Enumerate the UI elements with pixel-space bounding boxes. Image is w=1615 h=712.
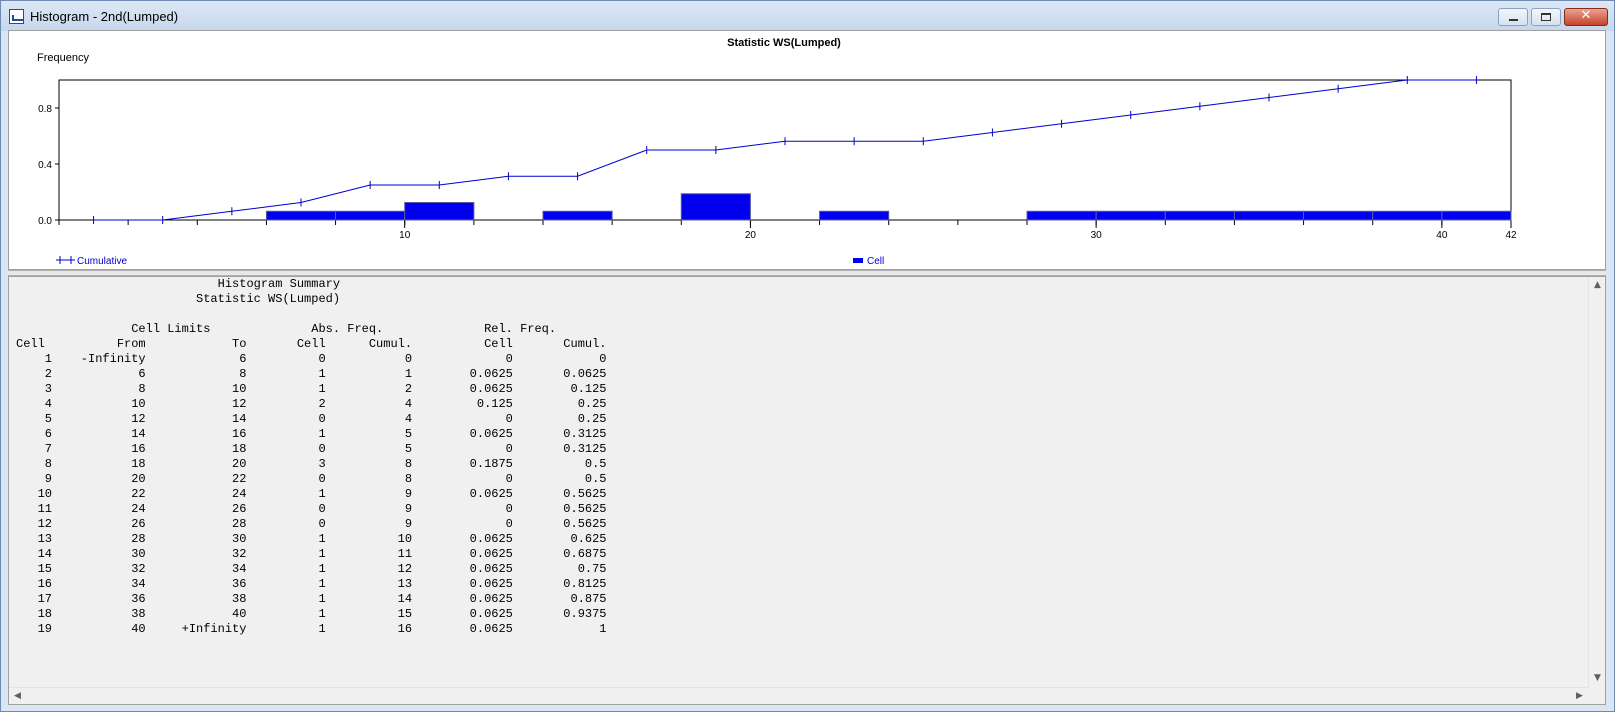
cell-bar-3 [542,210,613,221]
title-bar[interactable]: Histogram - 2nd(Lumped) ✕ [1,1,1614,31]
maximize-button[interactable] [1531,8,1561,26]
cell-bar-10 [1303,210,1374,221]
chart-app-icon [9,9,24,24]
cell-bar-2 [404,202,475,221]
x-tick-label-0: 10 [399,230,411,241]
x-tick-label-1: 20 [745,230,757,241]
y-axis-label: Frequency [37,52,89,64]
cell-bar-5 [819,210,890,221]
cell-bar-4 [680,193,751,221]
plot-area-frame [58,79,1512,221]
summary-pane: Histogram Summary Statistic WS(Lumped) C… [8,276,1606,705]
window-title: Histogram - 2nd(Lumped) [30,9,179,24]
chart-title: Statistic WS(Lumped) [727,37,841,49]
close-button[interactable]: ✕ [1564,8,1608,26]
close-icon: ✕ [1580,8,1592,23]
size-grip[interactable] [1588,687,1605,704]
x-tick-label-2: 30 [1091,230,1103,241]
cell-bar-0 [265,210,337,221]
minimize-button[interactable] [1498,8,1528,26]
histogram-chart: Statistic WS(Lumped) Frequency 0.0 0.4 0.8… [37,37,1517,267]
y-tick-label-1: 0.4 [38,160,52,171]
cell-bar-6 [1026,210,1097,221]
legend-cumulative-label: Cumulative [77,256,127,267]
y-tick-label-0: 0.0 [38,216,52,227]
cumulative-series [93,76,1477,224]
cell-bar-8 [1164,210,1235,221]
cell-bars [265,193,1512,221]
legend-cell-label: Cell [867,256,884,267]
cell-bar-9 [1233,210,1305,221]
minimize-icon [1509,19,1518,21]
x-axis: 10 20 30 40 42 [58,220,1517,241]
x-tick-label-4: 42 [1505,230,1517,241]
legend-cell-swatch [853,258,863,263]
scroll-up-arrow-icon[interactable]: ▲ [1589,277,1605,294]
horizontal-scrollbar[interactable]: ◀ ▶ [9,687,1588,704]
legend-cumulative: Cumulative [56,256,127,267]
histogram-summary-text: Histogram Summary Statistic WS(Lumped) C… [16,277,607,636]
x-tick-label-3: 40 [1436,230,1448,241]
cell-bar-11 [1372,210,1443,221]
legend-cell: Cell [853,256,884,267]
cell-bar-7 [1095,210,1166,221]
scroll-right-arrow-icon[interactable]: ▶ [1571,688,1588,704]
y-axis: 0.0 0.4 0.8 [38,104,59,227]
cell-bar-1 [335,210,406,221]
y-tick-label-2: 0.8 [38,104,52,115]
scroll-down-arrow-icon[interactable]: ▼ [1589,670,1605,687]
vertical-scrollbar[interactable]: ▲ ▼ [1588,277,1605,687]
window-controls: ✕ [1498,8,1608,26]
chart-pane: Statistic WS(Lumped) Frequency 0.0 0.4 0.8… [8,30,1606,270]
cell-bar-12 [1441,210,1512,221]
maximize-icon [1541,13,1551,21]
scroll-left-arrow-icon[interactable]: ◀ [9,688,26,704]
